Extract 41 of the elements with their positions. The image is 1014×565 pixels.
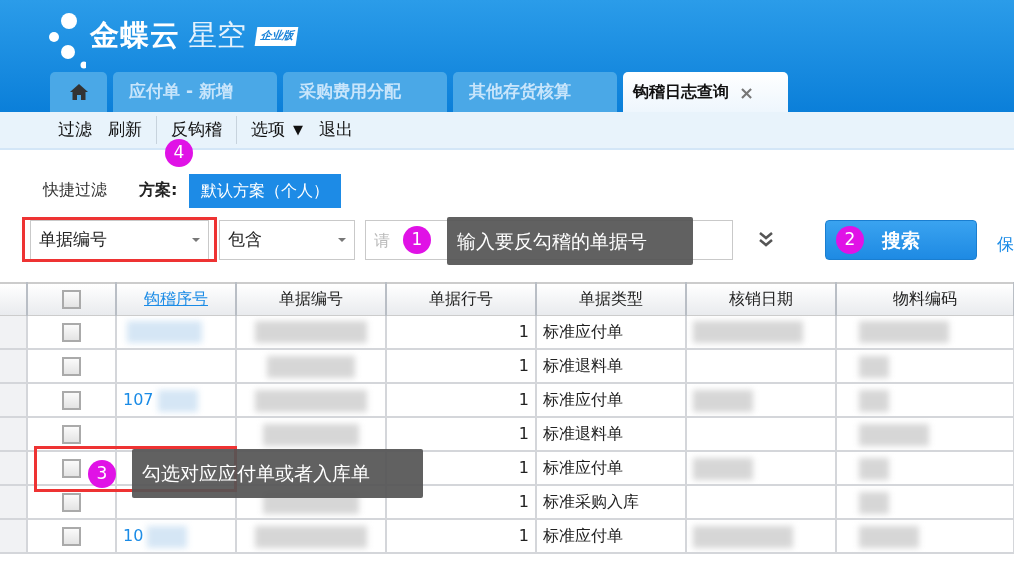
toolbar-button[interactable]: 刷新 <box>100 117 150 143</box>
table-cell: 1 <box>518 424 529 443</box>
column-header: 单据类型 <box>579 289 643 309</box>
table-cell: 1 <box>518 492 529 511</box>
toolbar-button[interactable]: 退出 <box>311 117 361 143</box>
hint-tooltip: 勾选对应应付单或者入库单 <box>132 449 423 498</box>
caret-icon: ▼ <box>293 120 303 140</box>
table-cell: 标准采购入库 <box>543 492 639 511</box>
table-cell: 标准应付单 <box>543 390 623 409</box>
table-cell: 1 <box>518 390 529 409</box>
table-cell: 1 <box>518 356 529 375</box>
table-cell: 标准退料单 <box>543 356 623 375</box>
product-name: 星空 <box>188 17 246 55</box>
edition-badge: 企业版 <box>254 26 299 46</box>
dropdown[interactable]: 包含 <box>219 220 356 260</box>
table-cell: 标准应付单 <box>543 321 623 341</box>
table-cell: 标准应付单 <box>543 458 623 477</box>
column-header: 核销日期 <box>729 289 793 309</box>
close-icon[interactable]: × <box>739 78 755 106</box>
brand-name: 金蝶云 <box>90 17 180 55</box>
check-number-link[interactable]: 107 <box>123 390 154 409</box>
save-link[interactable]: 保 <box>997 232 1014 258</box>
toolbar-button[interactable]: 过滤 <box>50 117 100 143</box>
tab[interactable]: 钩稽日志查询 × <box>623 72 788 112</box>
table-cell: 1 <box>518 458 529 477</box>
table-cell: 1 <box>518 321 529 341</box>
table-cell: 标准应付单 <box>543 526 623 545</box>
hint-tooltip: 输入要反勾稽的单据号 <box>447 217 693 265</box>
quick-filter-label[interactable]: 快捷过滤 <box>43 178 107 202</box>
dropdown[interactable]: 单据编号 <box>30 220 210 260</box>
table-cell: 标准退料单 <box>543 424 623 443</box>
column-header: 单据编号 <box>279 289 343 309</box>
scheme-button[interactable]: 默认方案（个人） <box>189 174 342 208</box>
scheme-label: 方案: <box>139 179 178 201</box>
check-number-link[interactable]: 10 <box>123 526 144 545</box>
options-menu[interactable]: 选项 ▼ <box>243 117 311 143</box>
step-number-badge: 4 <box>165 139 193 167</box>
column-header: 单据行号 <box>429 289 493 309</box>
column-header: 物料编码 <box>893 289 957 309</box>
step-badge-tooltip: 3 <box>88 460 116 488</box>
table-cell: 1 <box>518 526 529 545</box>
